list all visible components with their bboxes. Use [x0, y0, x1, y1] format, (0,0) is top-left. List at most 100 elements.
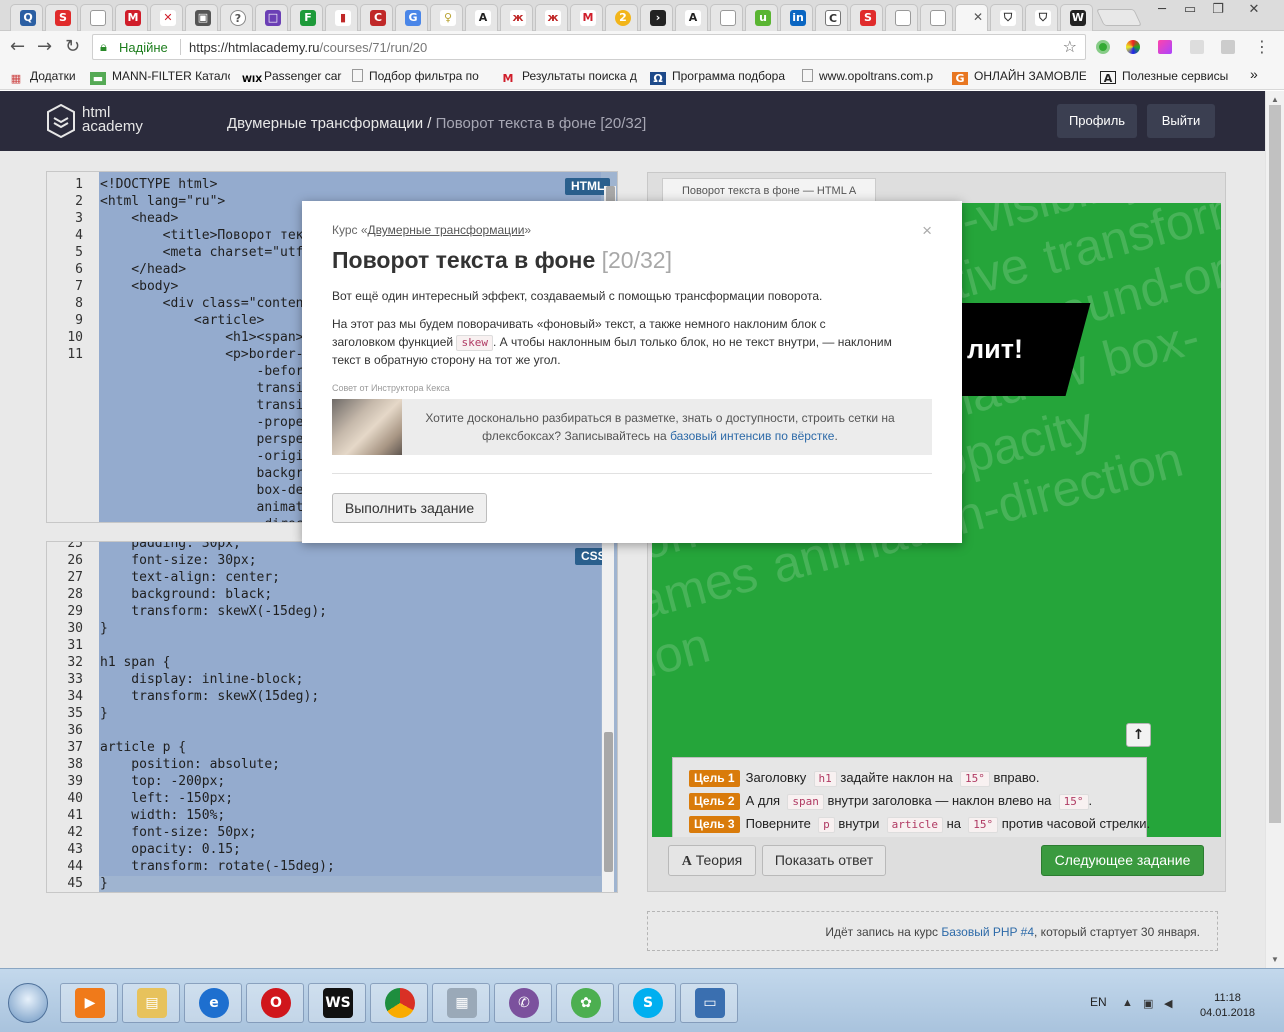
code-line[interactable]: transi: [100, 397, 304, 414]
breadcrumb-course-link[interactable]: Двумерные трансформации: [227, 115, 423, 132]
code-line[interactable]: perspe: [100, 431, 304, 448]
browser-tab[interactable]: M: [570, 4, 603, 31]
code-line[interactable]: }: [100, 620, 108, 637]
taskbar-app[interactable]: WS: [308, 983, 366, 1023]
browser-tab[interactable]: S: [45, 4, 78, 31]
code-line[interactable]: left: -150px;: [100, 790, 233, 807]
code-line[interactable]: <title>Поворот текс: [100, 227, 312, 244]
pdf-icon[interactable]: [1190, 40, 1204, 54]
close-window-icon[interactable]: ✕: [1234, 0, 1274, 20]
code-line[interactable]: }: [100, 875, 108, 892]
code-line[interactable]: </head>: [100, 261, 186, 278]
menu-icon[interactable]: ⋮: [1254, 37, 1270, 57]
browser-tab[interactable]: 2: [605, 4, 638, 31]
code-line[interactable]: opacity: 0.15;: [100, 841, 241, 858]
taskbar-app[interactable]: ▶: [60, 983, 118, 1023]
taskbar-app[interactable]: ✿: [556, 983, 614, 1023]
browser-tab[interactable]: ⛉: [990, 4, 1023, 31]
browser-tab[interactable]: [80, 4, 113, 31]
browser-tab[interactable]: G: [395, 4, 428, 31]
browser-tab[interactable]: [710, 4, 743, 31]
taskbar-app[interactable]: e: [184, 983, 242, 1023]
code-line[interactable]: background: black;: [100, 586, 272, 603]
tray-expand-icon[interactable]: ▲: [1122, 997, 1133, 1009]
profile-button[interactable]: Профиль: [1057, 104, 1137, 138]
close-tab-icon[interactable]: ✕: [973, 10, 983, 24]
code-line[interactable]: padding: 30px;: [100, 542, 241, 552]
forward-icon[interactable]: →: [37, 37, 52, 57]
bookmark-item[interactable]: Подбор фильтра по: [352, 69, 488, 83]
browser-tab[interactable]: u: [745, 4, 778, 31]
extension-icon[interactable]: [1126, 40, 1140, 54]
taskbar-app[interactable]: ▦: [432, 983, 490, 1023]
browser-tab[interactable]: M: [115, 4, 148, 31]
css-editor[interactable]: 25 padding: 30px; 26 font-size: 30px; 27 t…: [46, 541, 618, 893]
drive-icon[interactable]: [1221, 40, 1235, 54]
scroll-up-icon[interactable]: ▲: [1271, 95, 1279, 104]
code-line[interactable]: position: absolute;: [100, 756, 280, 773]
browser-tab[interactable]: in: [780, 4, 813, 31]
code-line[interactable]: width: 150%;: [100, 807, 225, 824]
code-line[interactable]: article p {: [100, 739, 186, 756]
run-task-button[interactable]: Выполнить задание: [332, 493, 487, 523]
browser-tab-active[interactable]: ✕: [955, 4, 988, 32]
scrollbar-thumb[interactable]: [604, 732, 613, 872]
minimize-icon[interactable]: ─: [1150, 0, 1174, 20]
code-line[interactable]: <article>: [100, 312, 264, 329]
browser-tab[interactable]: ж: [500, 4, 533, 31]
bookmark-item[interactable]: WIX Passenger car: [242, 69, 346, 87]
code-line[interactable]: box-de: [100, 482, 304, 499]
reload-icon[interactable]: ↻: [65, 37, 80, 57]
code-line[interactable]: <html lang="ru">: [100, 193, 225, 210]
code-line[interactable]: <head>: [100, 210, 178, 227]
taskbar-app[interactable]: [370, 983, 428, 1023]
browser-tab[interactable]: [920, 4, 953, 31]
bookmark-item[interactable]: M Результаты поиска д: [500, 69, 640, 85]
scroll-down-icon[interactable]: ▼: [1271, 955, 1279, 964]
code-line[interactable]: h1 span {: [100, 654, 170, 671]
code-line[interactable]: <body>: [100, 278, 178, 295]
code-line[interactable]: transform: skewX(-15deg);: [100, 603, 327, 620]
taskbar-app[interactable]: ▭: [680, 983, 738, 1023]
browser-tab[interactable]: C: [360, 4, 393, 31]
browser-tab[interactable]: ✕: [150, 4, 183, 31]
browser-tab[interactable]: Q: [10, 4, 43, 31]
language-indicator[interactable]: EN: [1090, 995, 1107, 1009]
code-line[interactable]: <p>border-r: [100, 346, 311, 363]
show-answer-button[interactable]: Показать ответ: [762, 845, 886, 876]
browser-tab[interactable]: [885, 4, 918, 31]
network-icon[interactable]: ▣: [1143, 997, 1153, 1010]
code-line[interactable]: -direc: [100, 516, 304, 522]
bookmark-item[interactable]: ▬ MANN-FILTER Катало: [90, 69, 230, 85]
browser-tab[interactable]: □: [255, 4, 288, 31]
volume-icon[interactable]: ◀: [1164, 997, 1172, 1010]
logout-button[interactable]: Выйти: [1147, 104, 1215, 138]
taskbar-app[interactable]: S: [618, 983, 676, 1023]
bookmark-item[interactable]: A Полезные сервисы: [1100, 69, 1240, 84]
taskbar-app[interactable]: ✆: [494, 983, 552, 1023]
url-text[interactable]: https://htmlacademy.ru/courses/71/run/20: [189, 40, 427, 55]
code-line[interactable]: -prope: [100, 414, 304, 431]
code-line[interactable]: -origi: [100, 448, 304, 465]
bookmark-apps[interactable]: ▦ Додатки: [8, 69, 88, 85]
scrollbar-thumb[interactable]: [1269, 105, 1281, 823]
bookmark-item[interactable]: Ω Программа подбора: [650, 69, 788, 85]
taskbar-app[interactable]: ▤: [122, 983, 180, 1023]
bookmark-star-icon[interactable]: ☆: [1063, 37, 1077, 57]
browser-tab[interactable]: W: [1060, 4, 1093, 31]
logo-text[interactable]: html academy: [82, 105, 143, 134]
browser-tab[interactable]: F: [290, 4, 323, 31]
code-line[interactable]: text-align: center;: [100, 569, 280, 586]
tip-link[interactable]: базовый интенсив по вёрстке: [670, 429, 834, 443]
code-line[interactable]: animat: [100, 499, 304, 516]
code-line[interactable]: -befor: [100, 363, 304, 380]
modal-course-link[interactable]: Двумерные трансформации: [368, 223, 525, 237]
extension-icon[interactable]: [1158, 40, 1172, 54]
bookmark-item[interactable]: www.opoltrans.com.p: [802, 69, 940, 83]
system-clock[interactable]: 11:18 04.01.2018: [1200, 991, 1255, 1021]
editor-scrollbar[interactable]: [602, 542, 614, 892]
collapse-goals-arrow-icon[interactable]: ↑: [1126, 723, 1151, 747]
account-icon[interactable]: ▭: [1178, 0, 1202, 20]
code-line[interactable]: font-size: 30px;: [100, 552, 256, 569]
code-line[interactable]: backgr: [100, 465, 304, 482]
